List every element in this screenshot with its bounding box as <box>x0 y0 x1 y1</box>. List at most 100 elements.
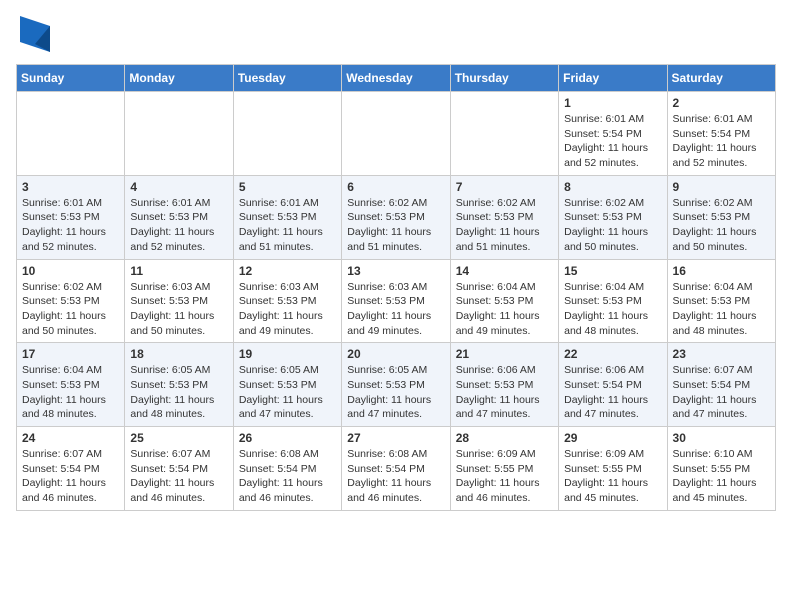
day-number: 22 <box>564 347 661 361</box>
logo <box>16 16 50 52</box>
calendar-cell: 11 Sunrise: 6:03 AMSunset: 5:53 PMDayligh… <box>125 259 233 343</box>
day-number: 15 <box>564 264 661 278</box>
calendar-cell: 24 Sunrise: 6:07 AMSunset: 5:54 PMDayligh… <box>17 427 125 511</box>
day-number: 21 <box>456 347 553 361</box>
weekday-header: Wednesday <box>342 65 450 92</box>
calendar-cell: 8 Sunrise: 6:02 AMSunset: 5:53 PMDaylight… <box>559 175 667 259</box>
day-info: Sunrise: 6:02 AMSunset: 5:53 PMDaylight:… <box>22 280 119 339</box>
day-number: 12 <box>239 264 336 278</box>
day-number: 20 <box>347 347 444 361</box>
calendar-cell: 3Sunrise: 6:01 AMSunset: 5:53 PMDaylight… <box>17 175 125 259</box>
day-info: Sunrise: 6:06 AMSunset: 5:53 PMDaylight:… <box>456 363 553 422</box>
day-info: Sunrise: 6:05 AMSunset: 5:53 PMDaylight:… <box>347 363 444 422</box>
day-number: 16 <box>673 264 770 278</box>
day-info: Sunrise: 6:08 AMSunset: 5:54 PMDaylight:… <box>239 447 336 506</box>
day-number: 4 <box>130 180 227 194</box>
day-number: 14 <box>456 264 553 278</box>
day-info: Sunrise: 6:04 AMSunset: 5:53 PMDaylight:… <box>673 280 770 339</box>
day-number: 1 <box>564 96 661 110</box>
weekday-header: Saturday <box>667 65 775 92</box>
calendar-cell: 25Sunrise: 6:07 AMSunset: 5:54 PMDayligh… <box>125 427 233 511</box>
calendar-cell: 16 Sunrise: 6:04 AMSunset: 5:53 PMDayligh… <box>667 259 775 343</box>
day-info: Sunrise: 6:01 AMSunset: 5:54 PMDaylight:… <box>564 112 661 171</box>
day-info: Sunrise: 6:07 AMSunset: 5:54 PMDaylight:… <box>22 447 119 506</box>
day-number: 19 <box>239 347 336 361</box>
calendar-cell <box>233 92 341 176</box>
day-number: 27 <box>347 431 444 445</box>
day-info: Sunrise: 6:01 AMSunset: 5:53 PMDaylight:… <box>239 196 336 255</box>
day-info: Sunrise: 6:05 AMSunset: 5:53 PMDaylight:… <box>239 363 336 422</box>
calendar-cell: 27 Sunrise: 6:08 AMSunset: 5:54 PMDayligh… <box>342 427 450 511</box>
calendar-header-row: SundayMondayTuesdayWednesdayThursdayFrid… <box>17 65 776 92</box>
day-number: 5 <box>239 180 336 194</box>
calendar-cell: 15 Sunrise: 6:04 AMSunset: 5:53 PMDayligh… <box>559 259 667 343</box>
calendar-week-row: 10 Sunrise: 6:02 AMSunset: 5:53 PMDayligh… <box>17 259 776 343</box>
calendar-cell: 20 Sunrise: 6:05 AMSunset: 5:53 PMDayligh… <box>342 343 450 427</box>
calendar-cell: 28 Sunrise: 6:09 AMSunset: 5:55 PMDayligh… <box>450 427 558 511</box>
calendar-cell: 5 Sunrise: 6:01 AMSunset: 5:53 PMDaylight… <box>233 175 341 259</box>
day-info: Sunrise: 6:01 AMSunset: 5:54 PMDaylight:… <box>673 112 770 171</box>
calendar-cell: 14 Sunrise: 6:04 AMSunset: 5:53 PMDayligh… <box>450 259 558 343</box>
calendar-cell: 12 Sunrise: 6:03 AMSunset: 5:53 PMDayligh… <box>233 259 341 343</box>
day-number: 11 <box>130 264 227 278</box>
day-info: Sunrise: 6:07 AMSunset: 5:54 PMDaylight:… <box>130 447 227 506</box>
day-number: 10 <box>22 264 119 278</box>
day-info: Sunrise: 6:10 AMSunset: 5:55 PMDaylight:… <box>673 447 770 506</box>
calendar-cell: 1 Sunrise: 6:01 AMSunset: 5:54 PMDaylight… <box>559 92 667 176</box>
day-number: 7 <box>456 180 553 194</box>
calendar-cell <box>17 92 125 176</box>
day-info: Sunrise: 6:02 AMSunset: 5:53 PMDaylight:… <box>564 196 661 255</box>
day-info: Sunrise: 6:04 AMSunset: 5:53 PMDaylight:… <box>22 363 119 422</box>
calendar-cell: 22 Sunrise: 6:06 AMSunset: 5:54 PMDayligh… <box>559 343 667 427</box>
weekday-header: Tuesday <box>233 65 341 92</box>
day-info: Sunrise: 6:04 AMSunset: 5:53 PMDaylight:… <box>456 280 553 339</box>
day-info: Sunrise: 6:08 AMSunset: 5:54 PMDaylight:… <box>347 447 444 506</box>
weekday-header: Friday <box>559 65 667 92</box>
day-number: 18 <box>130 347 227 361</box>
calendar-cell: 9Sunrise: 6:02 AMSunset: 5:53 PMDaylight… <box>667 175 775 259</box>
calendar-cell: 7 Sunrise: 6:02 AMSunset: 5:53 PMDaylight… <box>450 175 558 259</box>
calendar-week-row: 17 Sunrise: 6:04 AMSunset: 5:53 PMDayligh… <box>17 343 776 427</box>
calendar-cell: 17 Sunrise: 6:04 AMSunset: 5:53 PMDayligh… <box>17 343 125 427</box>
calendar-cell <box>125 92 233 176</box>
day-number: 23 <box>673 347 770 361</box>
calendar-cell: 19 Sunrise: 6:05 AMSunset: 5:53 PMDayligh… <box>233 343 341 427</box>
day-number: 13 <box>347 264 444 278</box>
calendar-cell: 26Sunrise: 6:08 AMSunset: 5:54 PMDayligh… <box>233 427 341 511</box>
day-number: 29 <box>564 431 661 445</box>
calendar-cell: 6 Sunrise: 6:02 AMSunset: 5:53 PMDaylight… <box>342 175 450 259</box>
weekday-header: Sunday <box>17 65 125 92</box>
day-number: 2 <box>673 96 770 110</box>
calendar-cell: 23 Sunrise: 6:07 AMSunset: 5:54 PMDayligh… <box>667 343 775 427</box>
day-info: Sunrise: 6:01 AMSunset: 5:53 PMDaylight:… <box>130 196 227 255</box>
day-number: 28 <box>456 431 553 445</box>
day-number: 9 <box>673 180 770 194</box>
calendar-cell: 21 Sunrise: 6:06 AMSunset: 5:53 PMDayligh… <box>450 343 558 427</box>
day-info: Sunrise: 6:09 AMSunset: 5:55 PMDaylight:… <box>564 447 661 506</box>
calendar-cell: 29 Sunrise: 6:09 AMSunset: 5:55 PMDayligh… <box>559 427 667 511</box>
page-header <box>16 16 776 52</box>
calendar-cell <box>450 92 558 176</box>
calendar-cell <box>342 92 450 176</box>
calendar-cell: 18Sunrise: 6:05 AMSunset: 5:53 PMDayligh… <box>125 343 233 427</box>
day-info: Sunrise: 6:09 AMSunset: 5:55 PMDaylight:… <box>456 447 553 506</box>
day-number: 3 <box>22 180 119 194</box>
day-number: 6 <box>347 180 444 194</box>
calendar-week-row: 3 Sunrise: 6:01 AMSunset: 5:53 PMDaylight… <box>17 175 776 259</box>
day-info: Sunrise: 6:03 AMSunset: 5:53 PMDaylight:… <box>347 280 444 339</box>
day-info: Sunrise: 6:02 AMSunset: 5:53 PMDaylight:… <box>456 196 553 255</box>
weekday-header: Thursday <box>450 65 558 92</box>
calendar-cell: 30Sunrise: 6:10 AMSunset: 5:55 PMDayligh… <box>667 427 775 511</box>
weekday-header: Monday <box>125 65 233 92</box>
day-number: 24 <box>22 431 119 445</box>
day-info: Sunrise: 6:03 AMSunset: 5:53 PMDaylight:… <box>239 280 336 339</box>
day-info: Sunrise: 6:06 AMSunset: 5:54 PMDaylight:… <box>564 363 661 422</box>
calendar-table: SundayMondayTuesdayWednesdayThursdayFrid… <box>16 64 776 511</box>
day-info: Sunrise: 6:03 AMSunset: 5:53 PMDaylight:… <box>130 280 227 339</box>
day-info: Sunrise: 6:07 AMSunset: 5:54 PMDaylight:… <box>673 363 770 422</box>
day-number: 17 <box>22 347 119 361</box>
calendar-week-row: 1 Sunrise: 6:01 AMSunset: 5:54 PMDaylight… <box>17 92 776 176</box>
day-info: Sunrise: 6:04 AMSunset: 5:53 PMDaylight:… <box>564 280 661 339</box>
day-number: 8 <box>564 180 661 194</box>
day-info: Sunrise: 6:02 AMSunset: 5:53 PMDaylight:… <box>347 196 444 255</box>
